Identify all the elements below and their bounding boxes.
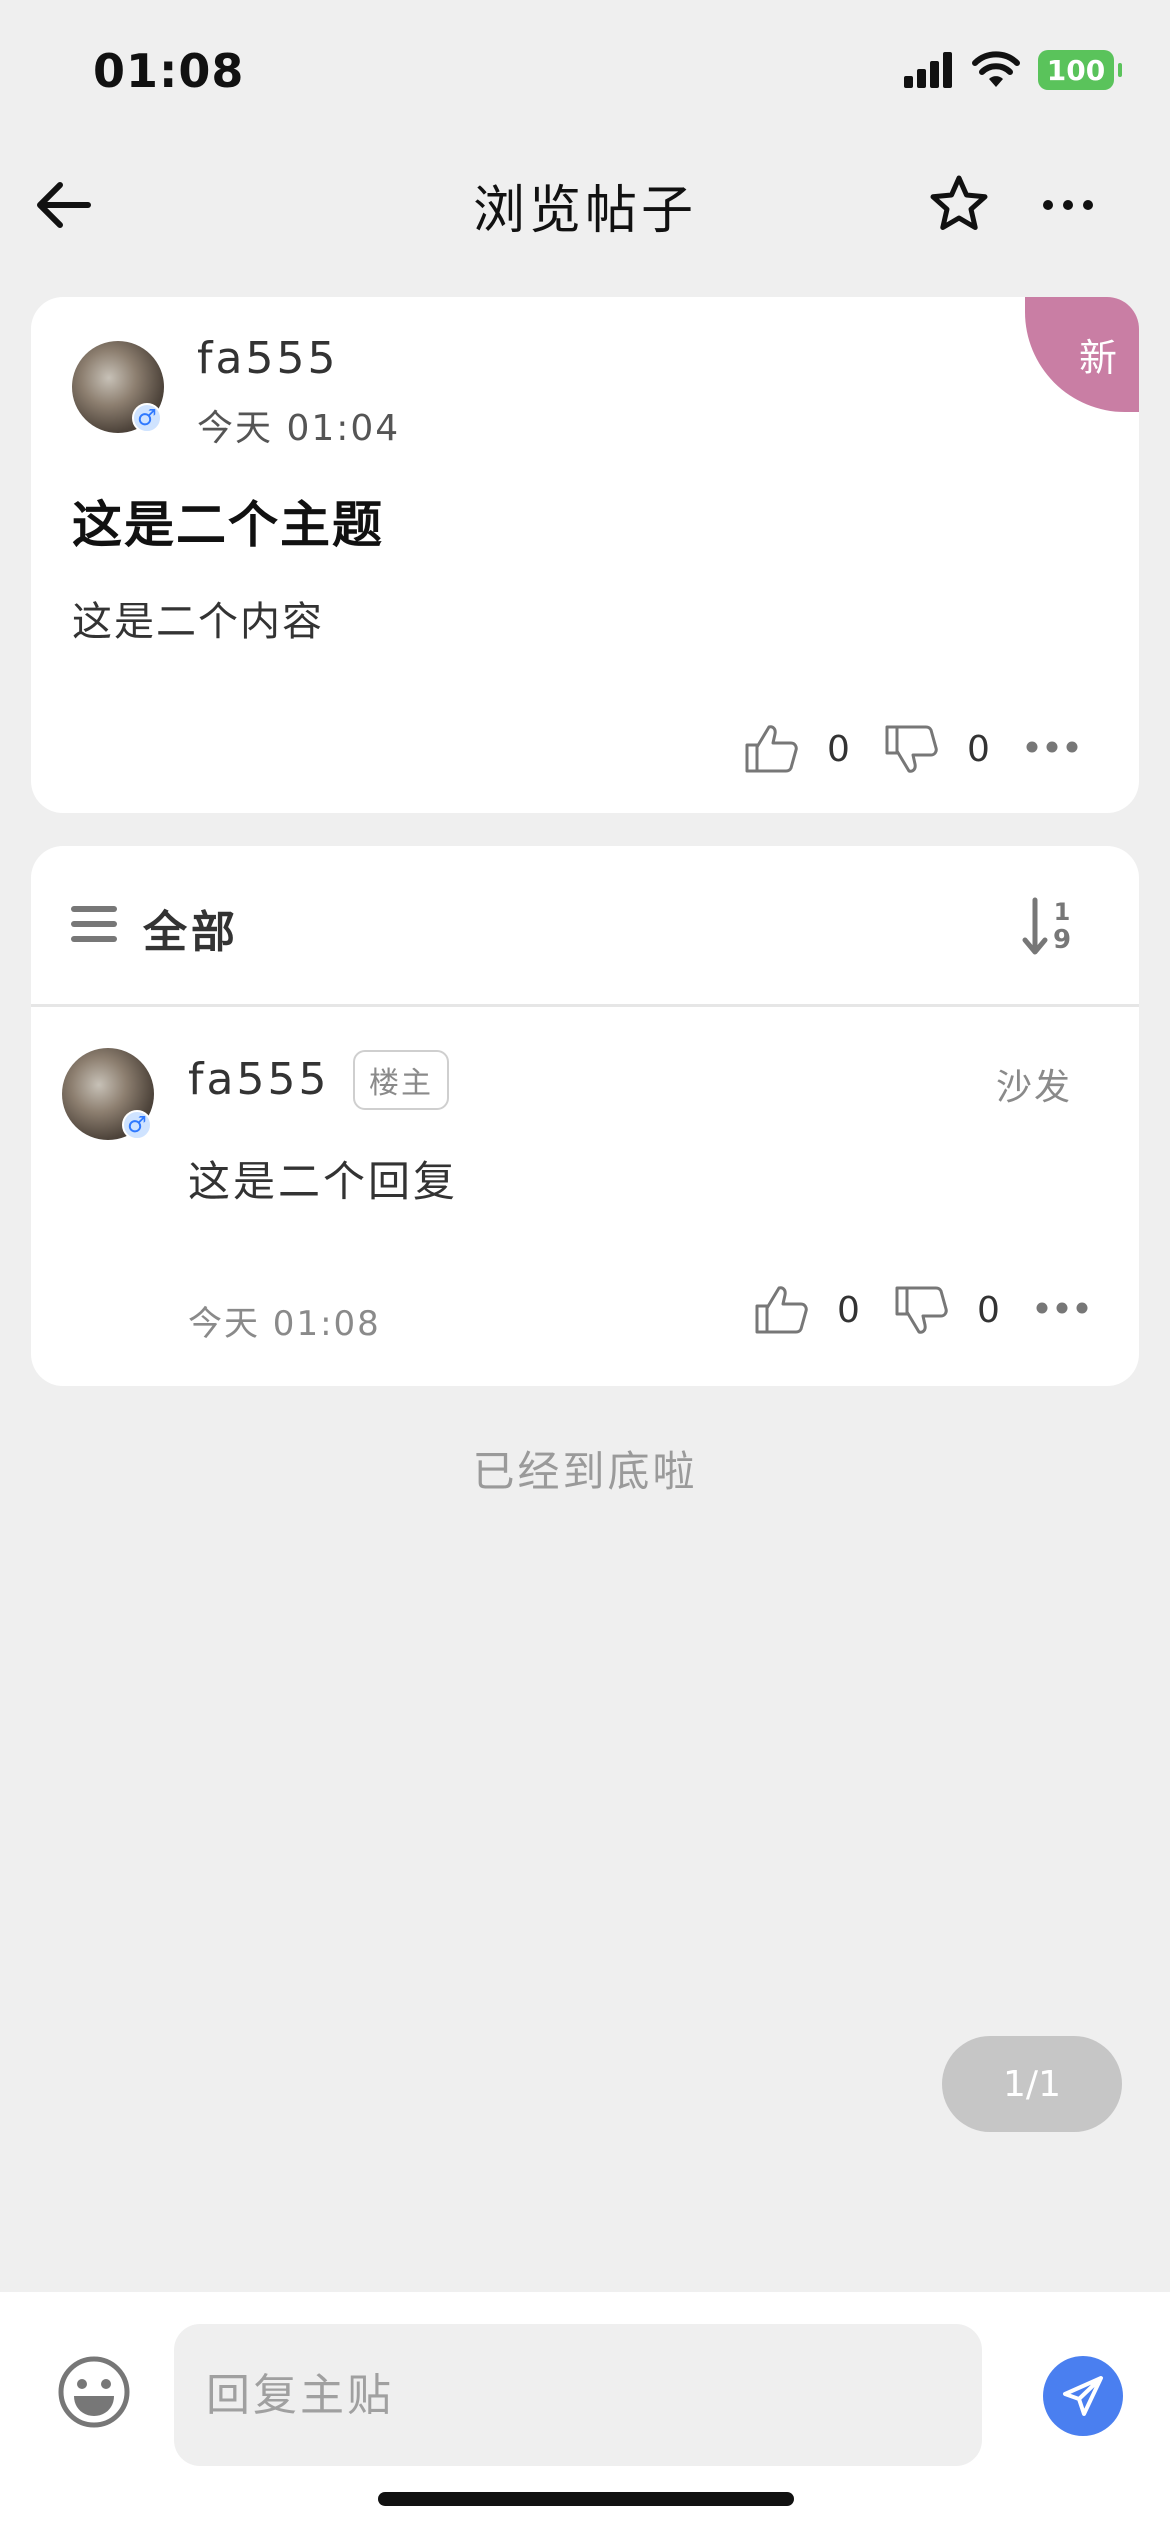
sort-1-9-icon[interactable]: 1 9 <box>1022 896 1078 958</box>
section-divider <box>31 1004 1139 1007</box>
floor-label: 沙发 <box>996 1067 1073 1108</box>
send-paper-plane-icon <box>1063 2376 1103 2416</box>
gender-male-icon: ♂ <box>132 403 162 433</box>
filter-all-label[interactable]: 全部 <box>143 896 239 960</box>
send-button[interactable] <box>1043 2356 1123 2436</box>
thumbs-up-icon <box>745 725 798 773</box>
wifi-icon <box>972 51 1020 87</box>
like-button[interactable]: 0 <box>743 723 850 775</box>
author-name[interactable]: fa555 <box>197 333 338 384</box>
reply-input[interactable] <box>174 2324 982 2466</box>
reply-content: 这是二个回复 <box>188 1157 459 1206</box>
more-options-icon[interactable] <box>1040 180 1096 230</box>
status-time: 01:08 <box>93 44 245 98</box>
new-badge: 新 <box>1025 297 1139 412</box>
page-indicator[interactable]: 1/1 <box>942 2036 1122 2132</box>
home-indicator <box>378 2492 794 2506</box>
post-title: 这是二个主题 <box>72 496 384 554</box>
reply-more-icon[interactable] <box>1035 1298 1089 1318</box>
page-title: 浏览帖子 <box>472 181 697 241</box>
post-more-icon[interactable] <box>1025 737 1079 757</box>
post-time: 今天 01:04 <box>197 408 401 449</box>
dislike-button[interactable]: 0 <box>883 723 990 775</box>
reply-like-count: 0 <box>837 1289 860 1331</box>
reply-like-button[interactable]: 0 <box>753 1284 860 1336</box>
end-of-list-text: 已经到底啦 <box>472 1447 698 1496</box>
svg-text:1: 1 <box>1054 898 1071 926</box>
reply-author-name[interactable]: fa555 <box>188 1054 329 1105</box>
thumbs-down-icon <box>885 725 938 773</box>
replies-card: 全部 1 9 ♂ fa555 楼主 沙发 这是二个回复 今天 01:08 0 0 <box>31 846 1139 1386</box>
reply-dislike-button[interactable]: 0 <box>893 1284 1000 1336</box>
svg-text:9: 9 <box>1053 925 1071 955</box>
post-card: 新 ♂ fa555 今天 01:04 这是二个主题 这是二个内容 0 0 <box>31 297 1139 813</box>
owner-tag: 楼主 <box>353 1050 449 1110</box>
battery-indicator: 100 <box>1038 50 1122 90</box>
post-content: 这是二个内容 <box>72 599 324 645</box>
thumbs-up-icon <box>755 1286 808 1334</box>
gender-male-icon: ♂ <box>122 1110 152 1140</box>
dislike-count: 0 <box>967 728 990 770</box>
menu-icon[interactable] <box>71 904 117 944</box>
favorite-star-icon[interactable] <box>926 172 992 238</box>
reply-dislike-count: 0 <box>977 1289 1000 1331</box>
like-count: 0 <box>827 728 850 770</box>
signal-icon <box>904 52 952 88</box>
emoji-icon[interactable] <box>56 2354 132 2430</box>
reply-time: 今天 01:08 <box>188 1304 381 1344</box>
status-icons: 100 <box>904 50 1122 90</box>
thumbs-down-icon <box>895 1286 948 1334</box>
